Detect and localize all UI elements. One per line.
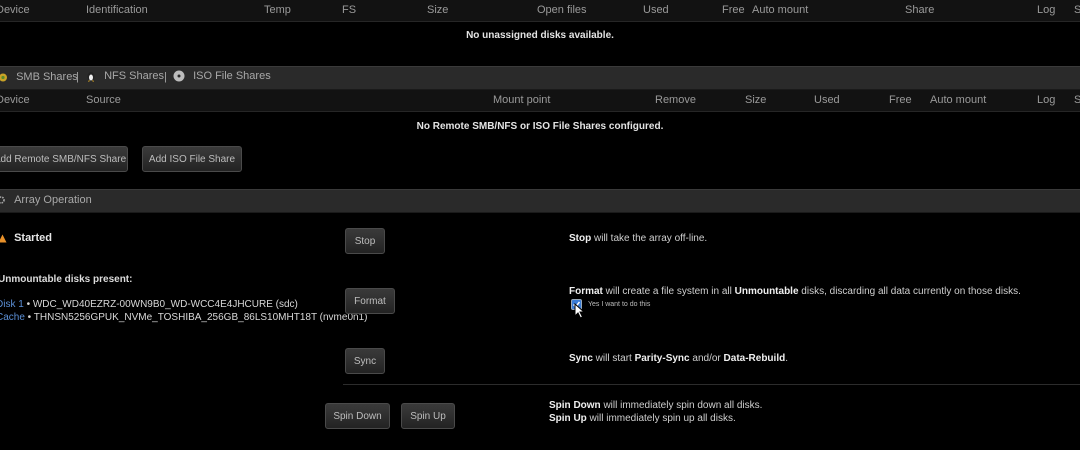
array-operation-heading: Array Operation (0, 194, 92, 206)
col-auto-mount: Auto mount (930, 94, 987, 106)
stop-description: Stop will take the array off-line. (569, 233, 707, 244)
unmountable-disk-row: Cache • THNSN5256GPUK_NVMe_TOSHIBA_256GB… (0, 312, 367, 323)
warning-triangle-icon (0, 234, 7, 243)
format-button[interactable]: Format (345, 288, 395, 314)
remote-table-header: Device Source Mount point Remove Size Us… (0, 90, 1080, 112)
sync-desc-bold: Parity-Sync (634, 353, 690, 364)
format-desc-text: disks, discarding all data currently on … (798, 286, 1021, 297)
cache-detail: • THNSN5256GPUK_NVMe_TOSHIBA_256GB_86LS1… (24, 312, 368, 323)
disc-icon (173, 70, 185, 82)
col-size: Size (745, 94, 767, 106)
spin-down-description: Spin Down will immediately spin down all… (549, 400, 762, 411)
unmountable-heading: Unmountable disks present: (0, 274, 133, 285)
sync-desc-bold: Sync (569, 353, 593, 364)
iso-tab[interactable]: ISO File Shares (173, 70, 271, 82)
col-free: Free (889, 94, 912, 106)
no-remote-shares-message: No Remote SMB/NFS or ISO File Shares con… (416, 121, 664, 132)
linux-penguin-icon (87, 72, 95, 83)
array-operation-title: Array Operation (14, 194, 92, 206)
sync-description: Sync will start Parity-Sync and/or Data-… (569, 353, 788, 364)
col-share: Share (905, 4, 935, 16)
spin-up-desc-text: will immediately spin up all disks. (586, 413, 736, 424)
tab-separator: | (76, 71, 79, 83)
unassigned-table-header: Device Identification Temp FS Size Open … (0, 0, 1080, 22)
sync-desc-bold: Data-Rebuild (723, 353, 786, 364)
nfs-tab-label: NFS Shares (104, 70, 164, 82)
section-divider (343, 384, 1080, 385)
sync-button[interactable]: Sync (345, 348, 385, 374)
col-device: Device (0, 94, 30, 106)
col-device: Device (0, 4, 30, 16)
no-unassigned-message: No unassigned disks available. (466, 30, 614, 41)
col-log: Log (1037, 4, 1056, 16)
col-s: S (1074, 4, 1080, 16)
stop-button[interactable]: Stop (345, 228, 385, 254)
spin-down-desc-bold: Spin Down (549, 400, 601, 411)
col-remove: Remove (655, 94, 696, 106)
smb-tab-label: SMB Shares (16, 71, 78, 83)
col-source: Source (86, 94, 121, 106)
format-description: Format will create a file system in all … (569, 286, 1021, 297)
array-operation-title-bar: Array Operation (0, 189, 1080, 213)
spin-up-description: Spin Up will immediately spin up all dis… (549, 413, 736, 424)
sync-desc-text: . (785, 353, 788, 364)
col-auto-mount: Auto mount (752, 4, 809, 16)
col-log: Log (1037, 94, 1056, 106)
gear-icon (0, 196, 5, 204)
shares-title-bar: SMB Shares | NFS Shares | ISO File Share… (0, 66, 1080, 90)
col-temp: Temp (264, 4, 291, 16)
mouse-cursor-icon (574, 303, 585, 319)
tab-separator: | (164, 71, 167, 83)
col-mount-point: Mount point (493, 94, 551, 106)
sync-desc-text: will start (592, 353, 635, 364)
col-open-files: Open files (537, 4, 587, 16)
array-status: Started (0, 232, 52, 244)
smb-tab[interactable]: SMB Shares (0, 71, 78, 83)
spin-up-desc-bold: Spin Up (549, 413, 587, 424)
spin-up-button[interactable]: Spin Up (401, 403, 455, 429)
col-s: S (1074, 94, 1080, 106)
spin-down-desc-text: will immediately spin down all disks. (600, 400, 763, 411)
sync-desc-text: and/or (689, 353, 724, 364)
col-size: Size (427, 4, 449, 16)
stop-desc-text: will take the array off-line. (591, 233, 708, 244)
col-used: Used (643, 4, 669, 16)
format-desc-bold: Unmountable (734, 286, 799, 297)
add-iso-share-button[interactable]: Add ISO File Share (142, 146, 242, 172)
iso-tab-label: ISO File Shares (193, 70, 271, 82)
format-confirm-label: Yes I want to do this (587, 301, 651, 308)
col-free: Free (722, 4, 745, 16)
stop-desc-bold: Stop (569, 233, 592, 244)
add-remote-share-button[interactable]: Add Remote SMB/NFS Share (0, 146, 128, 172)
spin-down-button[interactable]: Spin Down (325, 403, 390, 429)
unmountable-disk-row: Disk 1 • WDC_WD40EZRZ-00WN9B0_WD-WCC4E4J… (0, 299, 298, 310)
format-desc-text: will create a file system in all (602, 286, 735, 297)
col-identification: Identification (86, 4, 148, 16)
nfs-tab[interactable]: NFS Shares (86, 70, 164, 83)
cache-link[interactable]: Cache (0, 312, 25, 323)
format-desc-bold: Format (569, 286, 603, 297)
col-fs: FS (342, 4, 357, 16)
array-status-text: Started (14, 232, 52, 244)
disk-1-link[interactable]: Disk 1 (0, 299, 24, 310)
smb-icon (0, 73, 7, 82)
col-used: Used (814, 94, 840, 106)
disk-1-detail: • WDC_WD40EZRZ-00WN9B0_WD-WCC4E4JHCURE (… (23, 299, 298, 310)
